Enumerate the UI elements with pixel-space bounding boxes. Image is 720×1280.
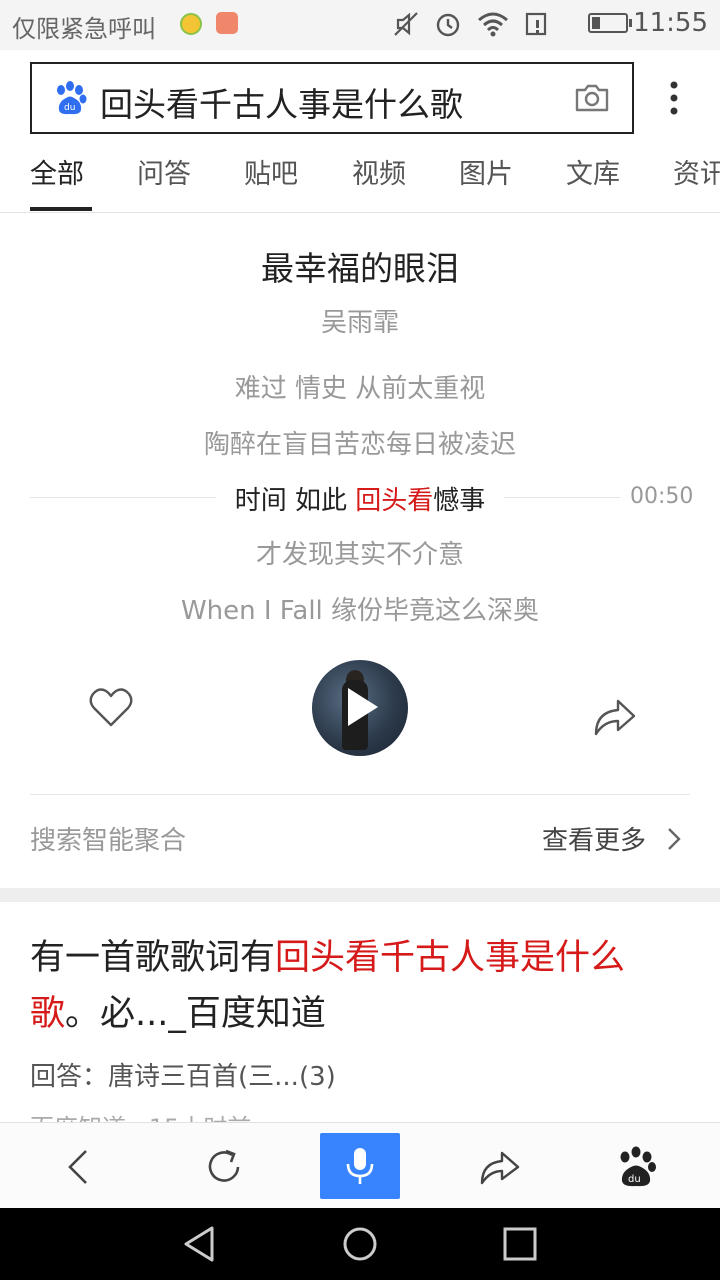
lyric-line: 难过 情史 从前太重视 (234, 374, 486, 404)
system-navigation-bar (0, 1208, 720, 1280)
nav-recents-icon[interactable] (500, 1224, 540, 1264)
result-title-prefix: 有一首歌歌词有 (30, 938, 276, 978)
alarm-icon (436, 13, 460, 37)
search-input[interactable]: 回头看千古人事是什么歌 (100, 78, 463, 126)
back-arrow-icon[interactable] (58, 1145, 102, 1189)
play-icon (348, 688, 378, 726)
tab-all[interactable]: 全部 (30, 152, 84, 191)
result-title-link[interactable]: 有一首歌歌词有回头看千古人事是什么歌。必..._百度知道 (30, 930, 670, 1042)
play-button[interactable] (312, 660, 408, 756)
song-artist: 吴雨霏 (320, 308, 399, 338)
section-separator (0, 888, 720, 902)
tab-images[interactable]: 图片 (459, 152, 513, 191)
active-tab-indicator (30, 207, 92, 211)
mute-icon (394, 12, 418, 36)
share-forward-icon[interactable] (478, 1145, 522, 1189)
microphone-icon (346, 1148, 374, 1184)
baidu-paw-icon: du (57, 81, 87, 115)
view-more-link[interactable]: 查看更多 (542, 820, 646, 857)
result-snippet: 回答：唐诗三百首(三...(3) (30, 1062, 336, 1092)
baidu-home-icon[interactable]: du (614, 1145, 658, 1189)
more-menu-icon[interactable] (664, 80, 684, 120)
like-heart-icon[interactable] (88, 686, 134, 728)
tab-tieba[interactable]: 贴吧 (244, 152, 298, 191)
aggregation-label: 搜索智能聚合 (30, 826, 187, 856)
refresh-icon[interactable] (202, 1145, 246, 1189)
tab-news[interactable]: 资讯 (673, 152, 720, 191)
svg-text:du: du (64, 103, 75, 113)
current-lyric-highlight: 回头看 (355, 486, 434, 516)
svg-text:du: du (628, 1174, 641, 1185)
carrier-text: 仅限紧急呼叫 (12, 15, 156, 43)
status-bar: 仅限紧急呼叫 11:55 (0, 0, 720, 50)
tab-qa[interactable]: 问答 (137, 152, 191, 191)
nav-back-icon[interactable] (180, 1224, 220, 1264)
current-lyric-suffix: 憾事 (433, 486, 486, 516)
current-lyric-prefix: 时间 如此 (234, 486, 356, 516)
result-title-highlight-2: 歌 (30, 994, 66, 1034)
result-title-suffix: 。必..._百度知道 (65, 994, 326, 1034)
current-lyric-line: 时间 如此 回头看憾事 (0, 480, 720, 517)
clock: 11:55 (633, 8, 708, 38)
search-box[interactable]: du 回头看千古人事是什么歌 (30, 62, 634, 134)
lyric-line: 陶醉在盲目苦恋每日被凌迟 (203, 430, 516, 460)
app-notification-icon-2 (216, 12, 238, 34)
playback-time: 00:50 (630, 484, 694, 509)
tab-video[interactable]: 视频 (352, 152, 406, 191)
battery-icon (588, 13, 632, 33)
app-notification-icon (180, 13, 202, 35)
category-tabs: 全部 问答 贴吧 视频 图片 文库 资讯 (0, 140, 720, 213)
result-title-highlight: 回头看千古人事是什么 (275, 938, 626, 978)
lyric-line: 才发现其实不介意 (255, 540, 464, 570)
voice-search-button[interactable] (320, 1133, 400, 1199)
card-divider (30, 794, 690, 795)
song-title[interactable]: 最幸福的眼泪 (0, 242, 720, 290)
tab-wenku[interactable]: 文库 (566, 152, 620, 191)
wifi-icon (478, 12, 508, 37)
bottom-toolbar: du (0, 1122, 720, 1209)
nav-home-icon[interactable] (340, 1224, 380, 1264)
sim-icon (525, 12, 547, 36)
camera-icon[interactable] (574, 82, 610, 114)
share-icon[interactable] (592, 694, 638, 738)
chevron-right-icon[interactable] (666, 826, 682, 852)
lyric-line: When I Fall 缘份毕竟这么深奥 (180, 596, 540, 626)
